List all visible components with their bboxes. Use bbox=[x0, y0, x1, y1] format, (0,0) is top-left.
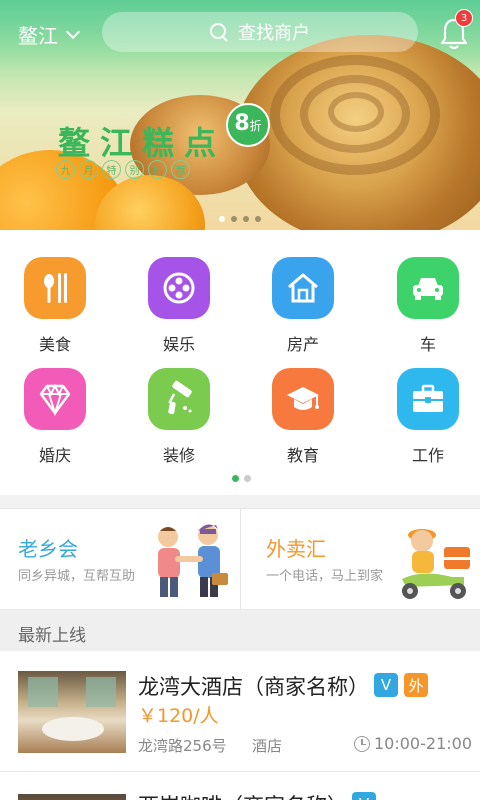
discount-unit: 折 bbox=[249, 119, 262, 133]
banner-subtitle-char: 月 bbox=[79, 160, 98, 179]
banner-dot[interactable] bbox=[243, 216, 249, 222]
search-placeholder: 查找商户 bbox=[238, 23, 310, 44]
search-icon bbox=[210, 23, 228, 41]
listing-hours-text: 10:00-21:00 bbox=[374, 734, 472, 753]
fellow-townsmen-card[interactable]: 老乡会 同乡异城，互帮互助 bbox=[0, 509, 241, 609]
banner-dot[interactable] bbox=[231, 216, 237, 222]
listing-address: 龙湾路256号 bbox=[138, 737, 227, 755]
listing-price: ￥120/人 bbox=[138, 705, 219, 727]
category-label: 娱乐 bbox=[162, 335, 195, 354]
paint-roller-icon bbox=[148, 368, 210, 430]
listing-item[interactable]: 两岸咖啡（商家名称） V bbox=[0, 772, 480, 800]
banner-subtitle-char: 特 bbox=[102, 160, 121, 179]
banner-dot[interactable] bbox=[255, 216, 261, 222]
category-wedding[interactable]: 婚庆 bbox=[5, 368, 105, 466]
category-grid: 美食 娱乐 房产 车 婚庆 装修 教育 工作 bbox=[0, 230, 480, 495]
house-icon bbox=[272, 257, 334, 319]
discount-badge: 8 折 bbox=[226, 103, 270, 147]
banner-subtitle-char: 九 bbox=[56, 160, 75, 179]
listing-category: 酒店 bbox=[252, 737, 283, 755]
banner-pager bbox=[219, 216, 261, 222]
discount-number: 8 bbox=[234, 111, 250, 136]
banner-title: 鳌江糕点 bbox=[58, 124, 227, 162]
category-label: 工作 bbox=[411, 446, 444, 465]
banner-subtitle-char: 推 bbox=[148, 160, 167, 179]
card-desc: 一个电话，马上到家 bbox=[266, 569, 384, 584]
category-label: 美食 bbox=[38, 335, 71, 354]
city-label: 鳌江 bbox=[18, 24, 58, 48]
listing-thumbnail bbox=[18, 794, 126, 800]
banner-subtitle-char: 别 bbox=[125, 160, 144, 179]
listing-name: 两岸咖啡（商家名称） bbox=[138, 790, 348, 800]
notification-badge: 3 bbox=[455, 9, 473, 27]
banner-subtitle: 九 月 特 别 推 荐 bbox=[56, 160, 190, 179]
verified-badge: V bbox=[352, 792, 376, 800]
takeout-badge: 外 bbox=[404, 673, 428, 697]
category-real-estate[interactable]: 房产 bbox=[253, 257, 353, 355]
diamond-icon bbox=[24, 368, 86, 430]
app-screen: 鳌江糕点 九 月 特 别 推 荐 8 折 鳌江 查找商户 3 美食 娱乐 房产 … bbox=[0, 0, 480, 800]
category-entertainment[interactable]: 娱乐 bbox=[129, 257, 229, 355]
thumbnail-table bbox=[42, 717, 104, 741]
graduation-cap-icon bbox=[272, 368, 334, 430]
category-education[interactable]: 教育 bbox=[253, 368, 353, 466]
category-label: 婚庆 bbox=[38, 446, 71, 465]
bun-swirl-core bbox=[328, 92, 384, 132]
card-title: 老乡会 bbox=[18, 537, 78, 561]
category-page-dot-active[interactable] bbox=[232, 475, 239, 482]
listing-thumbnail bbox=[18, 671, 126, 753]
category-jobs[interactable]: 工作 bbox=[378, 368, 478, 466]
listing-name: 龙湾大酒店（商家名称） bbox=[138, 675, 369, 699]
category-label: 车 bbox=[419, 335, 436, 354]
handshake-illustration bbox=[158, 524, 228, 597]
city-selector[interactable]: 鳌江 bbox=[18, 20, 81, 49]
search-bar[interactable]: 查找商户 bbox=[102, 12, 418, 52]
promo-cards: 老乡会 同乡异城，互帮互助 外卖汇 一个电话，马上到家 bbox=[0, 508, 480, 610]
listing-item[interactable]: 龙湾大酒店（商家名称） V 外 ￥120/人 龙湾路256号 酒店 10:00-… bbox=[0, 651, 480, 772]
section-header: 最新上线 bbox=[0, 611, 480, 651]
fork-knife-icon bbox=[24, 257, 86, 319]
film-reel-icon bbox=[148, 257, 210, 319]
category-label: 房产 bbox=[286, 335, 319, 354]
delivery-scooter-illustration bbox=[402, 529, 470, 599]
clock-icon bbox=[354, 735, 370, 752]
category-label: 装修 bbox=[162, 446, 195, 465]
section-title: 最新上线 bbox=[18, 626, 86, 646]
banner-subtitle-char: 荐 bbox=[171, 160, 190, 179]
category-pager bbox=[232, 475, 251, 482]
card-title: 外卖汇 bbox=[266, 537, 326, 561]
category-food[interactable]: 美食 bbox=[5, 257, 105, 355]
category-page-dot[interactable] bbox=[244, 475, 251, 482]
toolbox-icon bbox=[397, 368, 459, 430]
chevron-down-icon bbox=[65, 24, 81, 39]
category-decoration[interactable]: 装修 bbox=[129, 368, 229, 466]
listing-hours: 10:00-21:00 bbox=[354, 734, 472, 753]
banner-dot-active[interactable] bbox=[219, 216, 225, 222]
car-icon bbox=[397, 257, 459, 319]
thumbnail-window bbox=[28, 677, 58, 707]
card-desc: 同乡异城，互帮互助 bbox=[18, 569, 136, 584]
category-car[interactable]: 车 bbox=[378, 257, 478, 355]
category-label: 教育 bbox=[286, 446, 319, 465]
takeout-card[interactable]: 外卖汇 一个电话，马上到家 bbox=[242, 509, 480, 609]
thumbnail-window bbox=[86, 677, 116, 707]
verified-badge: V bbox=[374, 673, 398, 697]
